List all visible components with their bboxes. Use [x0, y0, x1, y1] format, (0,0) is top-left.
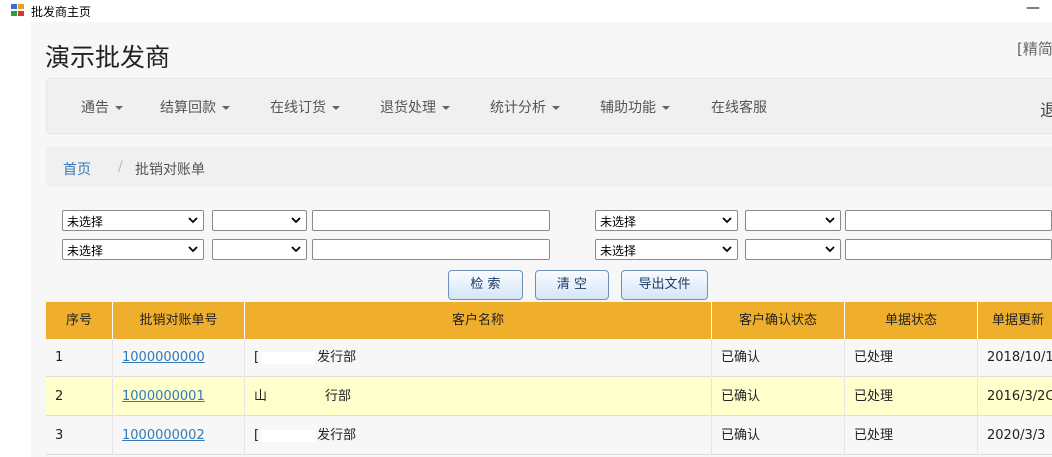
nav-item-settlement[interactable]: 结算回款 [160, 97, 230, 117]
cell-confirm-status: 已确认 [712, 339, 845, 377]
redacted-block [261, 429, 316, 442]
filter-field-select-2[interactable]: 未选择 [595, 210, 738, 231]
chevron-down-icon [188, 246, 198, 253]
filter-operator-select-2[interactable] [745, 210, 841, 231]
filter-value-input-1[interactable] [312, 210, 550, 231]
column-header-update: 单据更新 [991, 313, 1044, 328]
filter-operator-select-4[interactable] [745, 239, 841, 260]
filter-value-input-2[interactable] [845, 210, 1052, 231]
caret-down-icon [552, 106, 560, 110]
cell-customer: 山行部 [245, 378, 712, 416]
chevron-down-icon [825, 217, 835, 224]
cell-seq: 1 [46, 339, 113, 377]
column-header-seq: 序号 [46, 302, 113, 339]
chevron-down-icon [722, 246, 732, 253]
statement-no-link[interactable]: 1000000000 [122, 350, 205, 365]
nav-item-tools[interactable]: 辅助功能 [600, 97, 670, 117]
chevron-down-icon [825, 246, 835, 253]
main-navbar: 通告 结算回款 在线订货 退货处理 统计分析 辅助功能 在线客服 退 [46, 78, 1052, 134]
chevron-down-icon [291, 217, 301, 224]
export-button[interactable]: 导出文件 [621, 270, 708, 300]
caret-down-icon [662, 106, 670, 110]
column-header-statement-no: 批销对账单号 [113, 302, 245, 339]
column-header-confirm-status: 客户确认状态 [712, 302, 845, 339]
filter-value-input-4[interactable] [845, 239, 1052, 260]
cell-customer: [发行部 [245, 417, 712, 455]
table-header-row: 序号 批销对账单号 客户名称 客户确认状态 单据状态 单据更新 [46, 302, 1052, 339]
cell-update-date: 2018/10/1 [987, 350, 1052, 365]
cell-statement-no: 1000000000 [113, 339, 245, 377]
nav-item-online-order[interactable]: 在线订货 [270, 97, 340, 117]
search-button[interactable]: 检 索 [448, 270, 523, 300]
table-row: 2 1000000001 山行部 已确认 已处理 2016/3/2C [46, 378, 1052, 416]
caret-down-icon [115, 106, 123, 110]
page: 演示批发商 [精简 通告 结算回款 在线订货 退货处理 统计分析 辅助功能 在线… [31, 22, 1052, 457]
breadcrumb-home-link[interactable]: 首页 [63, 159, 91, 179]
redacted-block [261, 351, 316, 364]
cell-statement-no: 1000000002 [113, 417, 245, 455]
cell-customer: [发行部 [245, 339, 712, 377]
cell-confirm-status: 已确认 [712, 417, 845, 455]
caret-down-icon [442, 106, 450, 110]
caret-down-icon [332, 106, 340, 110]
nav-item-notice[interactable]: 通告 [81, 97, 123, 117]
statement-no-link[interactable]: 1000000002 [122, 428, 205, 443]
cell-seq: 2 [46, 378, 113, 416]
cell-seq: 3 [46, 417, 113, 455]
cell-doc-status: 已处理 [845, 417, 978, 455]
logout-link[interactable]: 退 [1040, 96, 1052, 121]
app-window-icon [11, 4, 24, 16]
clear-button[interactable]: 清 空 [535, 270, 609, 300]
table-row: 3 1000000002 [发行部 已确认 已处理 2020/3/3 [46, 417, 1052, 455]
nav-item-returns[interactable]: 退货处理 [380, 97, 450, 117]
filter-field-select-3[interactable]: 未选择 [62, 239, 204, 260]
redacted-block [269, 390, 324, 403]
chevron-down-icon [291, 246, 301, 253]
brand-title: 演示批发商 [45, 43, 171, 72]
breadcrumb-current: 批销对账单 [135, 162, 205, 178]
cell-doc-status: 已处理 [845, 339, 978, 377]
nav-item-support[interactable]: 在线客服 [711, 97, 767, 117]
minimize-button[interactable]: — [1024, 0, 1042, 20]
chevron-down-icon [722, 217, 732, 224]
cell-update-date: 2016/3/2C [987, 389, 1052, 404]
filter-operator-select-3[interactable] [212, 239, 307, 260]
language-link[interactable]: [精简 [1017, 38, 1052, 59]
cell-doc-status: 已处理 [845, 378, 978, 416]
table-row: 1 1000000000 [发行部 已确认 已处理 2018/10/1 [46, 339, 1052, 377]
breadcrumb: 首页 / 批销对账单 [46, 147, 1052, 187]
chevron-down-icon [188, 217, 198, 224]
filter-field-select-1[interactable]: 未选择 [62, 210, 204, 231]
cell-confirm-status: 已确认 [712, 378, 845, 416]
caret-down-icon [222, 106, 230, 110]
statement-no-link[interactable]: 1000000001 [122, 389, 205, 404]
filter-operator-select-1[interactable] [212, 210, 307, 231]
breadcrumb-separator: / [118, 159, 123, 175]
cell-update-date: 2020/3/3 [987, 428, 1046, 443]
filter-field-select-4[interactable]: 未选择 [595, 239, 738, 260]
filter-value-input-3[interactable] [312, 239, 550, 260]
column-header-doc-status: 单据状态 [845, 302, 978, 339]
column-header-customer: 客户名称 [245, 302, 712, 339]
title-bar: 批发商主页 — [0, 0, 1052, 22]
nav-item-statistics[interactable]: 统计分析 [490, 97, 560, 117]
cell-statement-no: 1000000001 [113, 378, 245, 416]
window-title: 批发商主页 [31, 5, 92, 19]
